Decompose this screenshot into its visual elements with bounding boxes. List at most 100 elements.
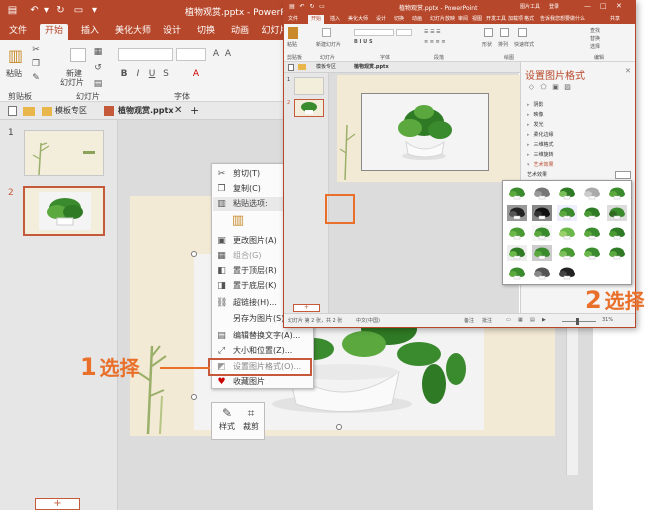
- artistic-effect-option[interactable]: [557, 225, 577, 241]
- overlay-plant-picture[interactable]: [361, 93, 489, 171]
- normal-view-icon[interactable]: ▭: [506, 317, 511, 323]
- doc-tab-templates[interactable]: 模板专区: [316, 63, 336, 72]
- artistic-effect-option[interactable]: [532, 225, 552, 241]
- layout-icon[interactable]: ▦: [92, 46, 104, 58]
- tab-slideshow[interactable]: 幻灯片放映: [430, 15, 455, 24]
- tab-design[interactable]: 设计: [160, 24, 184, 40]
- folder-icon[interactable]: [23, 107, 35, 116]
- doc-tab-templates[interactable]: 模板专区: [55, 103, 87, 119]
- resize-handle[interactable]: [191, 251, 197, 257]
- notes-button[interactable]: 备注: [464, 317, 474, 324]
- new-slide-button[interactable]: +: [35, 498, 80, 510]
- font-name-combo[interactable]: [354, 29, 394, 36]
- resize-handle[interactable]: [336, 424, 342, 430]
- slideshow-icon[interactable]: ▭: [318, 3, 326, 11]
- undo-dropdown-icon[interactable]: ▾: [40, 4, 53, 17]
- tab-transitions[interactable]: 切换: [194, 24, 218, 40]
- comments-button[interactable]: 批注: [482, 317, 492, 324]
- redo-icon[interactable]: ↻: [308, 3, 316, 11]
- tab-beautify[interactable]: 美化大师: [112, 24, 154, 40]
- artistic-effect-option[interactable]: [532, 265, 552, 281]
- artistic-effect-option[interactable]: [582, 225, 602, 241]
- new-document-icon[interactable]: [288, 64, 294, 71]
- artistic-effect-option[interactable]: [557, 265, 577, 281]
- shapes-icon[interactable]: [484, 28, 493, 37]
- tab-animations[interactable]: 动画: [412, 15, 422, 24]
- font-size-combo[interactable]: [176, 48, 206, 61]
- tab-developer[interactable]: 开发工具: [486, 15, 506, 24]
- tab-insert[interactable]: 插入: [330, 15, 340, 24]
- arrange-label[interactable]: 排列: [498, 41, 508, 48]
- style-button[interactable]: ✎ 样式: [215, 405, 239, 439]
- menu-item-size-position[interactable]: ⤢ 大小和位置(Z)...: [213, 344, 313, 358]
- new-slide-label[interactable]: 新建幻灯片: [316, 41, 341, 48]
- tab-animations[interactable]: 动画: [228, 24, 252, 40]
- artistic-effect-option[interactable]: [557, 185, 577, 201]
- artistic-effect-option[interactable]: [507, 265, 527, 281]
- picture-icon[interactable]: ▨: [563, 83, 572, 92]
- cut-icon[interactable]: ✂: [30, 44, 42, 56]
- paste-icon[interactable]: [288, 27, 298, 39]
- replace-button[interactable]: 替换: [590, 35, 600, 42]
- reading-view-icon[interactable]: ▤: [530, 317, 535, 323]
- section-3d-format[interactable]: ▸ 三维格式: [527, 142, 554, 149]
- font-name-combo[interactable]: [118, 48, 173, 61]
- slide-thumbnail-1[interactable]: [24, 130, 104, 176]
- doc-tab-current[interactable]: 植物观赏.pptx: [118, 103, 173, 119]
- tab-file[interactable]: 文件: [288, 15, 298, 24]
- zoom-slider-knob[interactable]: [576, 318, 579, 325]
- artistic-effect-option[interactable]: [507, 225, 527, 241]
- underline-icon[interactable]: U: [146, 68, 158, 80]
- quick-styles-label[interactable]: 快速样式: [514, 41, 534, 48]
- artistic-effect-option[interactable]: [582, 185, 602, 201]
- tab-insert[interactable]: 插入: [78, 24, 102, 40]
- size-properties-icon[interactable]: ▣: [551, 83, 560, 92]
- quick-styles-icon[interactable]: [518, 28, 527, 37]
- increase-font-icon[interactable]: A: [210, 48, 222, 60]
- add-tab-icon[interactable]: +: [190, 103, 199, 119]
- undo-icon[interactable]: ↶: [298, 3, 306, 11]
- artistic-effect-option[interactable]: [507, 205, 527, 221]
- slide-thumbnail-2[interactable]: [23, 186, 105, 236]
- artistic-effect-option[interactable]: [607, 205, 627, 221]
- tab-transitions[interactable]: 切换: [394, 15, 404, 24]
- close-icon[interactable]: ✕: [616, 2, 622, 10]
- artistic-effects-dropdown[interactable]: [615, 171, 631, 179]
- tab-view[interactable]: 视图: [472, 15, 482, 24]
- artistic-effect-option[interactable]: [607, 185, 627, 201]
- font-size-combo[interactable]: [396, 29, 412, 36]
- artistic-effect-option[interactable]: [557, 205, 577, 221]
- section-artistic-effects[interactable]: ▾ 艺术效果: [527, 162, 554, 169]
- crop-button[interactable]: ⌗ 裁剪: [239, 405, 263, 439]
- bold-icon[interactable]: B I U S: [354, 39, 373, 45]
- bold-icon[interactable]: B: [118, 68, 130, 80]
- language[interactable]: 中文(中国): [356, 317, 380, 324]
- artistic-effect-option[interactable]: [507, 245, 527, 261]
- new-slide-label-2[interactable]: 幻灯片: [60, 77, 84, 88]
- shapes-label[interactable]: 形状: [482, 41, 492, 48]
- shadow-icon[interactable]: S: [160, 68, 172, 80]
- slide-thumbnail-1[interactable]: [294, 77, 324, 95]
- account-login[interactable]: 登录: [549, 3, 559, 10]
- new-slide-icon[interactable]: [322, 28, 331, 37]
- close-pane-icon[interactable]: ✕: [625, 67, 631, 75]
- menu-item-edit-alt-text[interactable]: ▤ 编辑替换文字(A)...: [213, 329, 313, 343]
- artistic-effect-option[interactable]: [532, 185, 552, 201]
- bullets-icon[interactable]: ☰ ☰ ☰: [424, 29, 441, 35]
- artistic-effect-option[interactable]: [532, 245, 552, 261]
- save-icon[interactable]: ▤: [288, 3, 296, 11]
- tab-review[interactable]: 审阅: [458, 15, 468, 24]
- artistic-effect-option[interactable]: [582, 205, 602, 221]
- zoom-level[interactable]: 31%: [602, 317, 613, 323]
- maximize-icon[interactable]: □: [600, 2, 607, 10]
- tab-file[interactable]: 文件: [6, 24, 30, 40]
- tell-me-box[interactable]: 告诉我您想要做什么: [540, 15, 585, 24]
- font-color-icon[interactable]: A: [190, 68, 202, 80]
- section-soft-edges[interactable]: ▸ 柔化边缘: [527, 132, 554, 139]
- slideshow-icon[interactable]: ▭: [72, 4, 85, 17]
- new-slide-button[interactable]: +: [293, 304, 320, 312]
- fill-line-icon[interactable]: ◇: [527, 83, 536, 92]
- quick-access-more-icon[interactable]: ▾: [88, 4, 101, 17]
- paste-button-label[interactable]: 粘贴: [6, 68, 22, 79]
- copy-icon[interactable]: ❐: [30, 58, 42, 70]
